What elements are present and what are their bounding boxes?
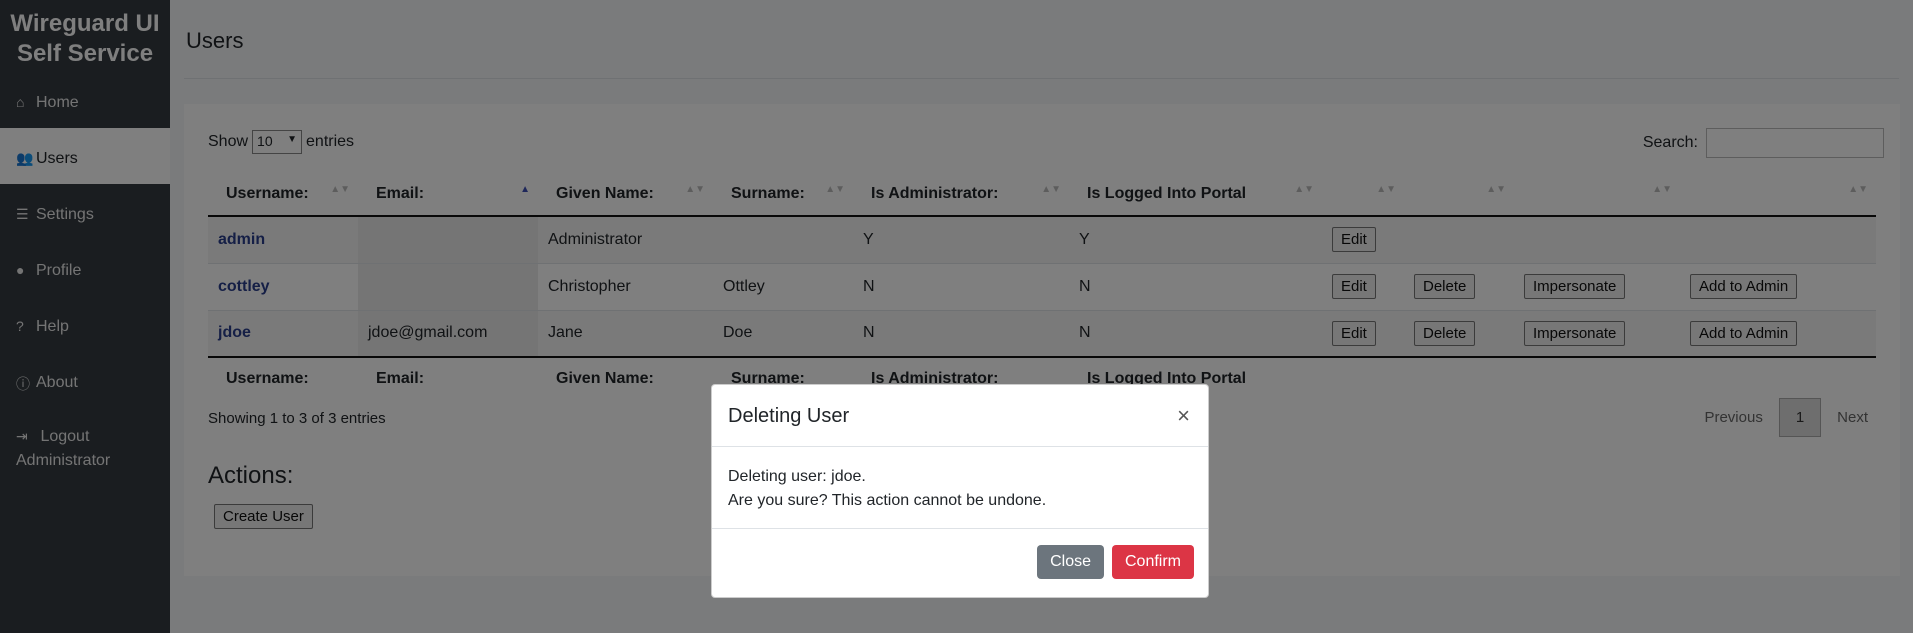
modal-body: Deleting user: jdoe. Are you sure? This … [712,447,1208,529]
modal-title: Deleting User [728,405,850,427]
modal-message-line2: Are you sure? This action cannot be undo… [728,492,1047,509]
modal-footer: Close Confirm [712,529,1208,595]
delete-user-modal: Deleting User × Deleting user: jdoe. Are… [711,384,1209,598]
modal-message-line1: Deleting user: jdoe. [728,468,866,485]
close-icon[interactable]: × [1177,403,1190,429]
modal-header: Deleting User × [712,385,1208,447]
confirm-button[interactable]: Confirm [1111,545,1194,579]
close-button[interactable]: Close [1037,545,1104,579]
